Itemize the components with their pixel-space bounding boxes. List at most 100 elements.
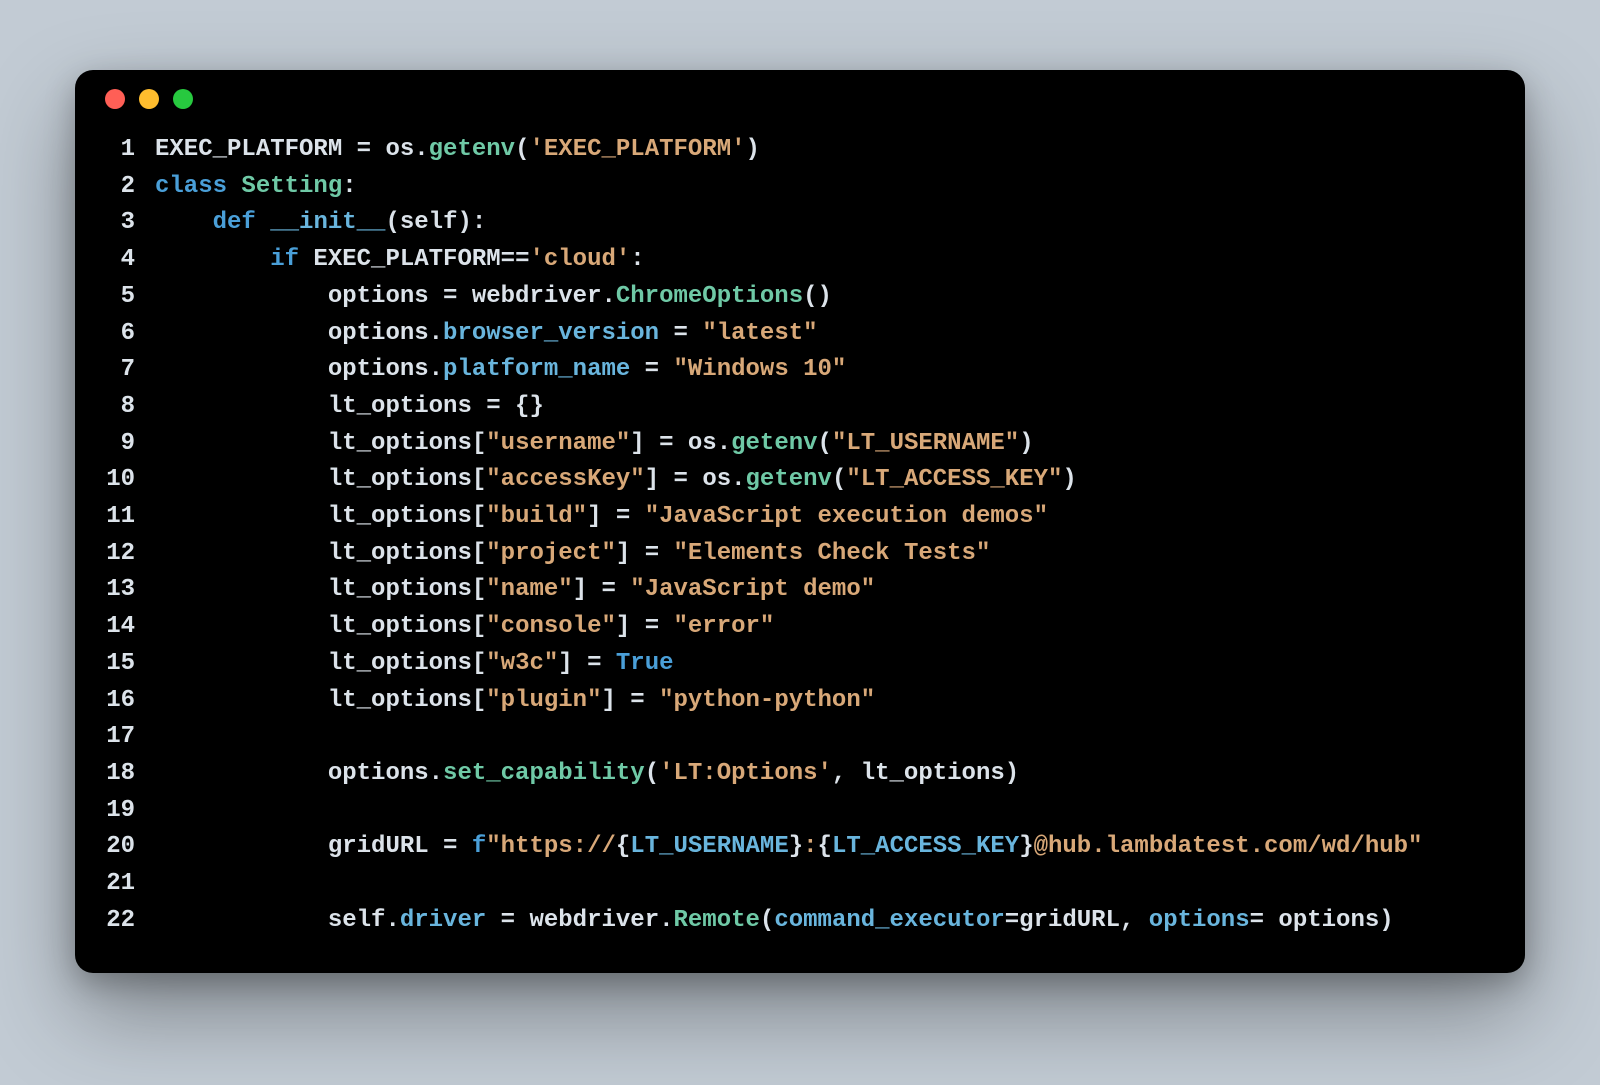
code-content[interactable]: lt_options["build"] = "JavaScript execut… xyxy=(155,499,1525,536)
code-content[interactable]: class Setting: xyxy=(155,169,1525,206)
code-token: ] = xyxy=(558,650,616,677)
code-token: ] = xyxy=(587,503,645,530)
code-line[interactable]: 12 lt_options["project"] = "Elements Che… xyxy=(75,536,1525,573)
code-line[interactable]: 16 lt_options["plugin"] = "python-python… xyxy=(75,683,1525,720)
code-line[interactable]: 22 self.driver = webdriver.Remote(comman… xyxy=(75,903,1525,940)
code-line[interactable]: 8 lt_options = {} xyxy=(75,389,1525,426)
code-line[interactable]: 1EXEC_PLATFORM = os.getenv('EXEC_PLATFOR… xyxy=(75,132,1525,169)
code-token: "JavaScript demo" xyxy=(630,576,875,603)
code-line[interactable]: 21 xyxy=(75,866,1525,903)
code-token: ( xyxy=(760,907,774,934)
line-number: 4 xyxy=(75,242,155,279)
code-token: "w3c" xyxy=(486,650,558,677)
code-line[interactable]: 14 lt_options["console"] = "error" xyxy=(75,609,1525,646)
code-token: ) xyxy=(1062,466,1076,493)
code-token: gridURL = xyxy=(155,833,472,860)
code-line[interactable]: 9 lt_options["username"] = os.getenv("LT… xyxy=(75,426,1525,463)
code-content[interactable]: lt_options["w3c"] = True xyxy=(155,646,1525,683)
code-token: "name" xyxy=(486,576,572,603)
code-content[interactable]: options.platform_name = "Windows 10" xyxy=(155,352,1525,389)
code-line[interactable]: 7 options.platform_name = "Windows 10" xyxy=(75,352,1525,389)
line-number: 8 xyxy=(75,389,155,426)
code-content[interactable]: lt_options = {} xyxy=(155,389,1525,426)
code-token: f xyxy=(472,833,486,860)
code-token: ) xyxy=(1019,430,1033,457)
code-token: lt_options[ xyxy=(155,687,486,714)
line-number: 15 xyxy=(75,646,155,683)
code-line[interactable]: 11 lt_options["build"] = "JavaScript exe… xyxy=(75,499,1525,536)
code-token: "python-python" xyxy=(659,687,875,714)
close-icon[interactable] xyxy=(105,89,125,109)
code-token: ] = xyxy=(573,576,631,603)
code-content[interactable]: def __init__(self): xyxy=(155,205,1525,242)
code-token: lt_options[ xyxy=(155,613,486,640)
code-content[interactable]: lt_options["username"] = os.getenv("LT_U… xyxy=(155,426,1525,463)
code-content[interactable]: lt_options["accessKey"] = os.getenv("LT_… xyxy=(155,462,1525,499)
code-token: lt_options[ xyxy=(155,540,486,567)
code-line[interactable]: 4 if EXEC_PLATFORM=='cloud': xyxy=(75,242,1525,279)
code-editor-window: 1EXEC_PLATFORM = os.getenv('EXEC_PLATFOR… xyxy=(75,70,1525,973)
code-token: 'LT:Options' xyxy=(659,760,832,787)
line-number: 13 xyxy=(75,572,155,609)
code-token: options xyxy=(1149,907,1250,934)
code-token: ( xyxy=(818,430,832,457)
code-content[interactable]: options = webdriver.ChromeOptions() xyxy=(155,279,1525,316)
line-number: 10 xyxy=(75,462,155,499)
code-token: lt_options = {} xyxy=(155,393,544,420)
fullscreen-icon[interactable] xyxy=(173,89,193,109)
code-content[interactable]: lt_options["name"] = "JavaScript demo" xyxy=(155,572,1525,609)
code-token: "build" xyxy=(486,503,587,530)
code-token: { xyxy=(818,833,832,860)
code-token: { xyxy=(616,833,630,860)
code-line[interactable]: 10 lt_options["accessKey"] = os.getenv("… xyxy=(75,462,1525,499)
code-content[interactable]: lt_options["console"] = "error" xyxy=(155,609,1525,646)
code-token: LT_USERNAME xyxy=(630,833,788,860)
code-token: EXEC_PLATFORM = os. xyxy=(155,136,429,163)
code-line[interactable]: 2class Setting: xyxy=(75,169,1525,206)
code-line[interactable]: 13 lt_options["name"] = "JavaScript demo… xyxy=(75,572,1525,609)
code-content[interactable]: gridURL = f"https://{LT_USERNAME}:{LT_AC… xyxy=(155,829,1525,866)
code-area[interactable]: 1EXEC_PLATFORM = os.getenv('EXEC_PLATFOR… xyxy=(75,128,1525,939)
code-token: getenv xyxy=(746,466,832,493)
window-titlebar xyxy=(75,70,1525,128)
code-token: = webdriver. xyxy=(486,907,673,934)
code-line[interactable]: 19 xyxy=(75,793,1525,830)
code-token: "project" xyxy=(486,540,616,567)
code-content[interactable]: EXEC_PLATFORM = os.getenv('EXEC_PLATFORM… xyxy=(155,132,1525,169)
code-line[interactable]: 20 gridURL = f"https://{LT_USERNAME}:{LT… xyxy=(75,829,1525,866)
code-token: LT_ACCESS_KEY xyxy=(832,833,1019,860)
minimize-icon[interactable] xyxy=(139,89,159,109)
page-stage: 1EXEC_PLATFORM = os.getenv('EXEC_PLATFOR… xyxy=(0,0,1600,1085)
code-content[interactable]: options.browser_version = "latest" xyxy=(155,316,1525,353)
code-line[interactable]: 17 xyxy=(75,719,1525,756)
code-content[interactable] xyxy=(155,793,1525,830)
code-content[interactable] xyxy=(155,719,1525,756)
code-content[interactable]: lt_options["project"] = "Elements Check … xyxy=(155,536,1525,573)
code-token: 'cloud' xyxy=(529,246,630,273)
code-token: ): xyxy=(457,209,486,236)
code-token xyxy=(155,797,169,824)
code-token xyxy=(155,723,169,750)
code-token: lt_options[ xyxy=(155,503,486,530)
code-token: "LT_ACCESS_KEY" xyxy=(846,466,1062,493)
code-content[interactable]: options.set_capability('LT:Options', lt_… xyxy=(155,756,1525,793)
code-token: Remote xyxy=(674,907,760,934)
code-token: ChromeOptions xyxy=(616,283,803,310)
code-token: : xyxy=(342,173,356,200)
line-number: 14 xyxy=(75,609,155,646)
code-content[interactable] xyxy=(155,866,1525,903)
code-content[interactable]: self.driver = webdriver.Remote(command_e… xyxy=(155,903,1525,940)
code-line[interactable]: 15 lt_options["w3c"] = True xyxy=(75,646,1525,683)
code-content[interactable]: lt_options["plugin"] = "python-python" xyxy=(155,683,1525,720)
code-line[interactable]: 18 options.set_capability('LT:Options', … xyxy=(75,756,1525,793)
code-token: } xyxy=(1019,833,1033,860)
code-token: "username" xyxy=(486,430,630,457)
code-line[interactable]: 3 def __init__(self): xyxy=(75,205,1525,242)
code-token: @hub.lambdatest.com/wd/hub" xyxy=(1034,833,1423,860)
code-line[interactable]: 5 options = webdriver.ChromeOptions() xyxy=(75,279,1525,316)
code-line[interactable]: 6 options.browser_version = "latest" xyxy=(75,316,1525,353)
line-number: 5 xyxy=(75,279,155,316)
code-token: options = webdriver. xyxy=(155,283,616,310)
code-content[interactable]: if EXEC_PLATFORM=='cloud': xyxy=(155,242,1525,279)
line-number: 6 xyxy=(75,316,155,353)
